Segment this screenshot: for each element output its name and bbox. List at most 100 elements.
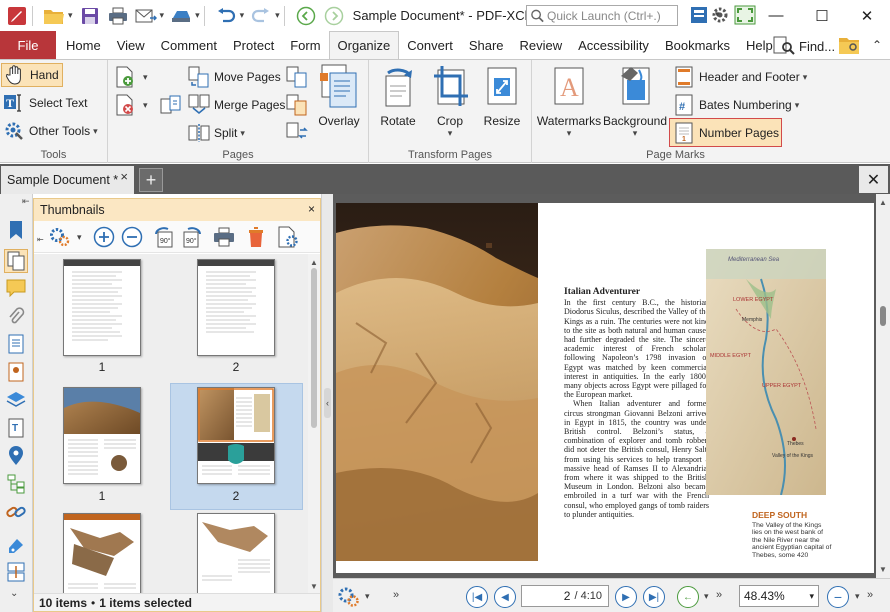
new-tab-button[interactable]: + (139, 168, 163, 192)
watermarks-button[interactable]: A Watermarks ▾ (537, 64, 601, 139)
scrollbar-thumb[interactable] (880, 306, 886, 326)
zoom-in-thumbs-icon[interactable] (92, 225, 116, 249)
bookmarks-pane-icon[interactable] (4, 218, 28, 242)
expand-toolbar-icon[interactable]: » (393, 589, 399, 601)
undo-icon[interactable] (215, 5, 237, 27)
other-tools-button[interactable]: Other Tools ▾ (3, 119, 98, 143)
quick-launch-input[interactable] (547, 8, 677, 23)
delete-pages-button[interactable]: ▾ (114, 93, 148, 117)
thumbnail-page-article-1[interactable] (63, 387, 141, 484)
destinations-pane-icon[interactable] (4, 444, 28, 468)
close-document-button[interactable]: ✕ (859, 166, 888, 193)
properties-pane-icon[interactable] (4, 360, 28, 384)
collapse-ribbon-icon[interactable]: ⌃ (872, 38, 882, 52)
rotate-ccw-icon[interactable]: 90° (152, 225, 176, 249)
thumbnail-page-article-2-selected[interactable] (197, 387, 275, 484)
scroll-up-icon[interactable]: ▲ (879, 198, 887, 207)
header-footer-button[interactable]: Header and Footer ▾ (673, 65, 807, 89)
thumbnail-page-toc-2[interactable] (197, 259, 275, 356)
settings-dropdown-icon[interactable]: ▾ (715, 9, 720, 20)
bates-numbering-button[interactable]: # Bates Numbering ▾ (673, 93, 799, 117)
tab-bookmarks[interactable]: Bookmarks (657, 31, 738, 59)
expand-toolbar-icon[interactable]: » (716, 589, 722, 601)
insert-pages-button[interactable]: ▾ (114, 65, 148, 89)
first-page-button[interactable]: |◀ (466, 586, 488, 608)
chevron-down-icon[interactable]: ▾ (365, 591, 370, 602)
zoom-out-thumbs-icon[interactable] (120, 225, 144, 249)
scroll-up-icon[interactable]: ▲ (310, 258, 318, 267)
zoom-value[interactable]: 48.43% (744, 589, 785, 603)
tab-comment[interactable]: Comment (153, 31, 225, 59)
content-pane-icon[interactable] (4, 332, 28, 356)
attachments-pane-icon[interactable] (4, 304, 28, 328)
scroll-down-icon[interactable]: ▼ (310, 582, 318, 591)
tab-review[interactable]: Review (512, 31, 571, 59)
layers-pane-icon[interactable] (4, 388, 28, 412)
scroll-down-icon[interactable]: ▼ (879, 565, 887, 574)
page-tool-2-button[interactable] (286, 93, 312, 117)
email-dropdown-icon[interactable]: ▾ (160, 10, 165, 21)
number-pages-button[interactable]: 1 Number Pages (669, 118, 782, 147)
chevron-down-icon[interactable]: ▾ (704, 591, 709, 602)
back-icon[interactable] (295, 5, 317, 27)
extract-pages-button[interactable] (160, 93, 186, 117)
chevron-down-icon[interactable]: ▾ (77, 232, 82, 243)
tab-form[interactable]: Form (282, 31, 328, 59)
thumbnails-pane-icon[interactable] (4, 249, 28, 273)
tab-accessibility[interactable]: Accessibility (570, 31, 657, 59)
tags-pane-icon[interactable]: T (4, 416, 28, 440)
save-icon[interactable] (79, 5, 101, 27)
scan-icon[interactable] (170, 5, 192, 27)
rotate-button[interactable]: Rotate (370, 64, 426, 128)
previous-page-button[interactable]: ◀ (494, 586, 516, 608)
document-scrollbar[interactable]: ▲ ▼ (876, 194, 890, 578)
tab-convert[interactable]: Convert (399, 31, 461, 59)
maximize-button[interactable]: ☐ (799, 0, 845, 31)
next-page-button[interactable]: ▶ (615, 586, 637, 608)
print-icon[interactable] (107, 5, 129, 27)
collapse-panel-handle[interactable]: ‹ (324, 388, 331, 418)
scrollbar-thumb[interactable] (311, 268, 317, 428)
page-tool-3-button[interactable] (286, 121, 312, 145)
chevron-down-icon[interactable]: ▾ (855, 591, 860, 602)
open-dropdown-icon[interactable]: ▾ (68, 10, 73, 21)
settings-gear-icon[interactable] (709, 4, 731, 26)
print-pages-icon[interactable] (212, 225, 236, 249)
tab-protect[interactable]: Protect (225, 31, 282, 59)
ribbon-options-icon[interactable] (688, 4, 710, 26)
folder-search-icon[interactable] (838, 34, 862, 59)
page-properties-icon[interactable] (276, 225, 300, 249)
more-panes-icon[interactable]: ⌄ (10, 588, 18, 599)
open-folder-icon[interactable] (43, 5, 65, 27)
view-options-gear-icon[interactable] (337, 585, 361, 609)
thumbnail-page-tomb-1[interactable] (63, 513, 141, 595)
tab-home[interactable]: Home (58, 31, 109, 59)
file-menu[interactable]: File (0, 31, 56, 59)
split-button[interactable]: Split ▾ (188, 121, 245, 145)
merge-pages-button[interactable]: Merge Pages (188, 93, 285, 117)
signatures-pane-icon[interactable] (4, 534, 28, 558)
redo-icon[interactable] (250, 5, 272, 27)
overlay-button[interactable]: Overlay (311, 64, 367, 128)
tab-view[interactable]: View (109, 31, 153, 59)
select-text-button[interactable]: T Select Text (3, 91, 87, 115)
expand-toolbar-icon[interactable]: » (867, 589, 873, 601)
redo-dropdown-icon[interactable]: ▾ (275, 10, 280, 21)
page-tool-1-button[interactable] (286, 65, 312, 89)
crop-button[interactable]: Crop ▾ (422, 64, 478, 139)
resize-button[interactable]: Resize (474, 64, 530, 128)
structure-pane-icon[interactable] (4, 472, 28, 496)
comments-pane-icon[interactable] (4, 276, 28, 300)
undo-dropdown-icon[interactable]: ▾ (240, 10, 245, 21)
page-number-field[interactable]: 2 / 4:10 (521, 585, 609, 607)
previous-view-button[interactable]: ← (677, 586, 699, 608)
thumbnail-page-tomb-2[interactable] (197, 513, 275, 595)
move-pages-button[interactable]: Move Pages (188, 65, 281, 89)
hand-tool-button[interactable]: Hand (1, 63, 63, 87)
scan-dropdown-icon[interactable]: ▾ (195, 10, 200, 21)
thumbnail-page-toc-1[interactable] (63, 259, 141, 356)
close-window-button[interactable]: ✕ (844, 0, 890, 31)
close-panel-icon[interactable]: × (308, 202, 315, 216)
forward-icon[interactable] (323, 5, 345, 27)
tab-organize[interactable]: Organize (328, 31, 400, 59)
